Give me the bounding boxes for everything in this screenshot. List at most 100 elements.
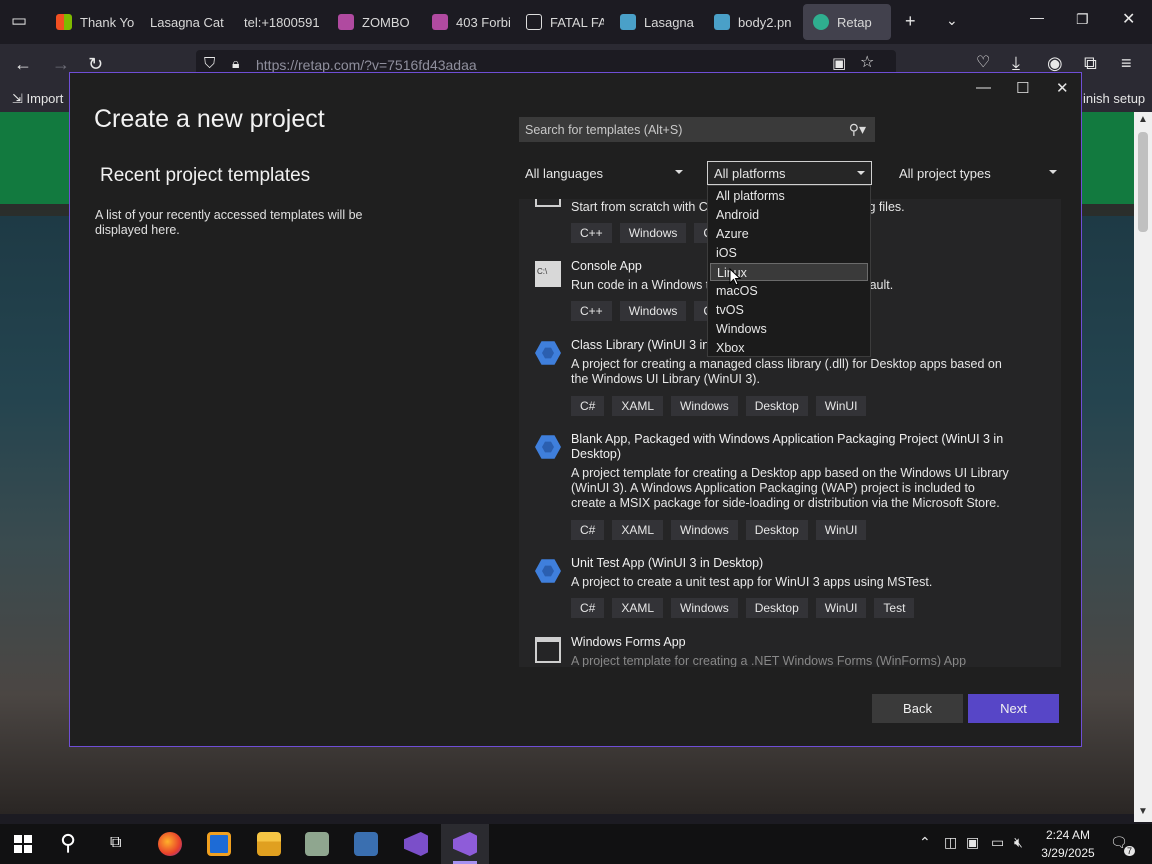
tag: C# — [571, 396, 605, 416]
scroll-down-icon[interactable]: ▼ — [1138, 806, 1148, 817]
search-icon[interactable]: ⚲ — [60, 830, 76, 856]
page-scrollbar[interactable]: ▲ ▼ — [1134, 112, 1152, 822]
search-icon[interactable]: ⚲▾ — [849, 121, 866, 138]
tab-list-icon[interactable]: ▭ — [11, 12, 27, 29]
file-explorer-icon[interactable] — [257, 832, 281, 856]
chevron-up-icon[interactable]: ⌃ — [919, 834, 931, 851]
tag: Desktop — [745, 396, 808, 416]
task-view-icon[interactable]: ⧉ — [110, 834, 121, 852]
browser-tab[interactable]: Lasagna C — [610, 4, 698, 40]
template-tags: C# XAML Windows Desktop WinUI — [571, 520, 867, 540]
template-name: Windows Forms App — [571, 635, 686, 649]
screen-icon[interactable]: ▣ — [966, 834, 979, 851]
template-item[interactable]: Windows Forms App A project template for… — [519, 635, 1061, 667]
template-search-input[interactable]: Search for templates (Alt+S) ⚲▾ — [519, 117, 875, 142]
platform-option[interactable]: Azure — [710, 225, 868, 243]
restore-icon[interactable]: ❐ — [1076, 12, 1089, 26]
pocket-icon[interactable]: ♡ — [976, 55, 990, 71]
tag: Desktop — [745, 520, 808, 540]
start-icon[interactable] — [14, 835, 32, 853]
platform-option[interactable]: All platforms — [710, 187, 868, 205]
windows-forms-icon — [535, 637, 561, 663]
platform-option[interactable]: Xbox — [710, 339, 868, 357]
browser-tab[interactable]: ZOMBO — [328, 4, 416, 40]
browser-tab-bar: ▭ Thank Yo Lasagna Cat tel:+1800591 ZOMB… — [0, 0, 1152, 44]
app-icon[interactable] — [305, 832, 329, 856]
browser-tab[interactable]: 403 Forbi — [422, 4, 510, 40]
console-app-icon: C:\ — [535, 261, 561, 287]
scroll-up-icon[interactable]: ▲ — [1138, 114, 1148, 125]
template-name: Console App — [571, 259, 642, 273]
lock-icon[interactable]: 🔒︎ — [232, 56, 239, 70]
retap-favicon-icon — [813, 14, 829, 30]
back-button[interactable]: Back — [872, 694, 963, 723]
template-name: Class Library (WinUI 3 in D — [571, 338, 722, 352]
browser-tab-active[interactable]: Retap ✕ — [803, 4, 891, 40]
tag: Test — [874, 598, 915, 618]
browser-tab[interactable]: Thank Yo — [46, 4, 134, 40]
template-item[interactable]: Unit Test App (WinUI 3 in Desktop) A pro… — [519, 556, 1061, 628]
tag: Windows — [671, 396, 738, 416]
teamviewer-icon[interactable] — [207, 832, 231, 856]
meet-icon[interactable]: ◫ — [944, 834, 957, 851]
import-bookmark[interactable]: ⇲ Import — [12, 91, 63, 107]
firefox-icon[interactable] — [158, 832, 182, 856]
language-filter[interactable]: All languages — [519, 161, 689, 185]
tag: Desktop — [745, 598, 808, 618]
clock-time[interactable]: 2:24 AM — [1040, 828, 1096, 842]
tab-label: Retap — [837, 14, 872, 30]
download-icon[interactable]: ⤓ — [1012, 54, 1020, 72]
platform-option[interactable]: tvOS — [710, 301, 868, 319]
visual-studio-icon[interactable] — [404, 832, 428, 856]
forward-icon[interactable]: → — [52, 55, 70, 73]
template-description: A project template for creating a Deskto… — [571, 466, 1009, 510]
tag: XAML — [612, 520, 664, 540]
finish-setup-bookmark[interactable]: inish setup — [1083, 91, 1145, 106]
volume-muted-icon[interactable]: 🔇︎ — [1014, 834, 1023, 851]
star-icon[interactable]: ☆ — [860, 55, 874, 71]
close-tab-icon[interactable]: ✕ — [890, 14, 891, 31]
template-description: A project template for creating a .NET W… — [571, 654, 967, 667]
scroll-thumb[interactable] — [1138, 132, 1148, 232]
browser-tab[interactable]: FATAL FA — [516, 4, 604, 40]
search-placeholder: Search for templates (Alt+S) — [525, 122, 683, 137]
tag: C++ — [571, 301, 612, 321]
template-tags: C# XAML Windows Desktop WinUI — [571, 396, 867, 416]
platform-filter[interactable]: All platforms — [707, 161, 872, 185]
minimize-icon[interactable]: — — [976, 79, 991, 96]
account-icon[interactable]: ◉ — [1047, 54, 1063, 72]
template-tags: C# XAML Windows Desktop WinUI Test — [571, 598, 915, 618]
maximize-icon[interactable]: ☐ — [1016, 79, 1029, 97]
shield-icon[interactable]: ⛉ — [204, 56, 215, 71]
next-button[interactable]: Next — [968, 694, 1059, 723]
network-icon[interactable]: ▭ — [991, 834, 1004, 851]
back-icon[interactable]: ← — [14, 55, 32, 73]
winui-icon — [535, 435, 561, 459]
close-dialog-icon[interactable]: ✕ — [1056, 79, 1069, 97]
tag: WinUI — [815, 598, 867, 618]
close-window-icon[interactable]: ✕ — [1122, 12, 1135, 28]
tab-label: Thank Yo — [80, 14, 134, 30]
project-type-filter[interactable]: All project types — [893, 161, 1063, 185]
reader-view-icon[interactable]: ▣ — [832, 56, 846, 71]
template-item[interactable]: Blank App, Packaged with Windows Applica… — [519, 432, 1061, 548]
network-tool-icon[interactable] — [354, 832, 378, 856]
extensions-icon[interactable]: ⧉ — [1084, 54, 1097, 72]
tag: WinUI — [815, 396, 867, 416]
tab-label: FATAL FA — [550, 14, 604, 30]
tag: Windows — [619, 223, 687, 243]
reload-icon[interactable]: ↻ — [88, 55, 103, 73]
platform-option[interactable]: Android — [710, 206, 868, 224]
browser-tab[interactable]: tel:+1800591 — [234, 4, 322, 40]
minimize-icon[interactable]: — — [1030, 10, 1044, 24]
menu-icon[interactable]: ≡ — [1121, 54, 1132, 72]
browser-tab[interactable]: body2.pn — [704, 4, 796, 40]
clock-date[interactable]: 3/29/2025 — [1036, 846, 1100, 860]
platform-option[interactable]: Windows — [710, 320, 868, 338]
template-description: A project to create a unit test app for … — [571, 575, 933, 589]
browser-tab[interactable]: Lasagna Cat — [140, 4, 228, 40]
chevron-down-icon[interactable]: ⌄ — [946, 13, 958, 27]
new-tab-icon[interactable]: + — [905, 12, 916, 30]
platform-option[interactable]: iOS — [710, 244, 868, 262]
image-favicon-icon — [620, 14, 636, 30]
